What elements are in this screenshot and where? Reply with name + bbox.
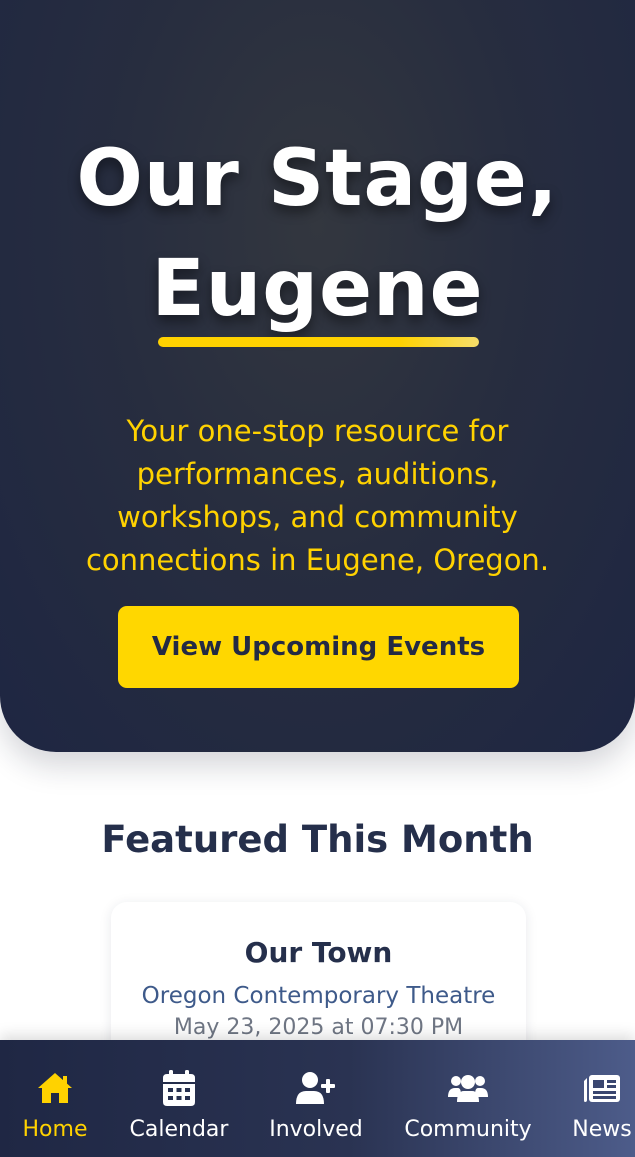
home-icon	[35, 1068, 75, 1108]
title-underline	[158, 337, 479, 347]
hero-title: Our Stage, Eugene	[0, 124, 635, 344]
nav-label-calendar: Calendar	[129, 1117, 229, 1142]
nav-item-calendar[interactable]: Calendar	[124, 1040, 234, 1157]
hero-section: Our Stage, Eugene Your one-stop resource…	[0, 0, 635, 752]
nav-label-community: Community	[404, 1117, 532, 1142]
bottom-nav: Home Calendar Involved Community News	[0, 1040, 635, 1157]
nav-label-involved: Involved	[269, 1117, 363, 1142]
page: Our Stage, Eugene Your one-stop resource…	[0, 0, 635, 1157]
nav-item-news[interactable]: News	[570, 1040, 634, 1157]
nav-item-home[interactable]: Home	[14, 1040, 96, 1157]
hero-title-line-2: Eugene	[151, 244, 484, 334]
view-upcoming-events-button[interactable]: View Upcoming Events	[118, 606, 519, 688]
nav-label-home: Home	[22, 1117, 88, 1142]
nav-item-involved[interactable]: Involved	[266, 1040, 366, 1157]
calendar-icon	[159, 1068, 199, 1108]
users-icon	[448, 1068, 488, 1108]
event-title: Our Town	[244, 936, 393, 969]
user-plus-icon	[296, 1068, 336, 1108]
featured-heading: Featured This Month	[101, 818, 534, 861]
event-date: May 23, 2025 at 07:30 PM	[173, 1015, 464, 1040]
nav-item-community[interactable]: Community	[402, 1040, 534, 1157]
nav-label-news: News	[572, 1117, 632, 1142]
event-venue: Oregon Contemporary Theatre	[141, 983, 496, 1009]
hero-title-line-1: Our Stage,	[76, 134, 559, 224]
newspaper-icon	[582, 1068, 622, 1108]
hero-subtitle: Your one-stop resource for performances,…	[85, 414, 550, 577]
